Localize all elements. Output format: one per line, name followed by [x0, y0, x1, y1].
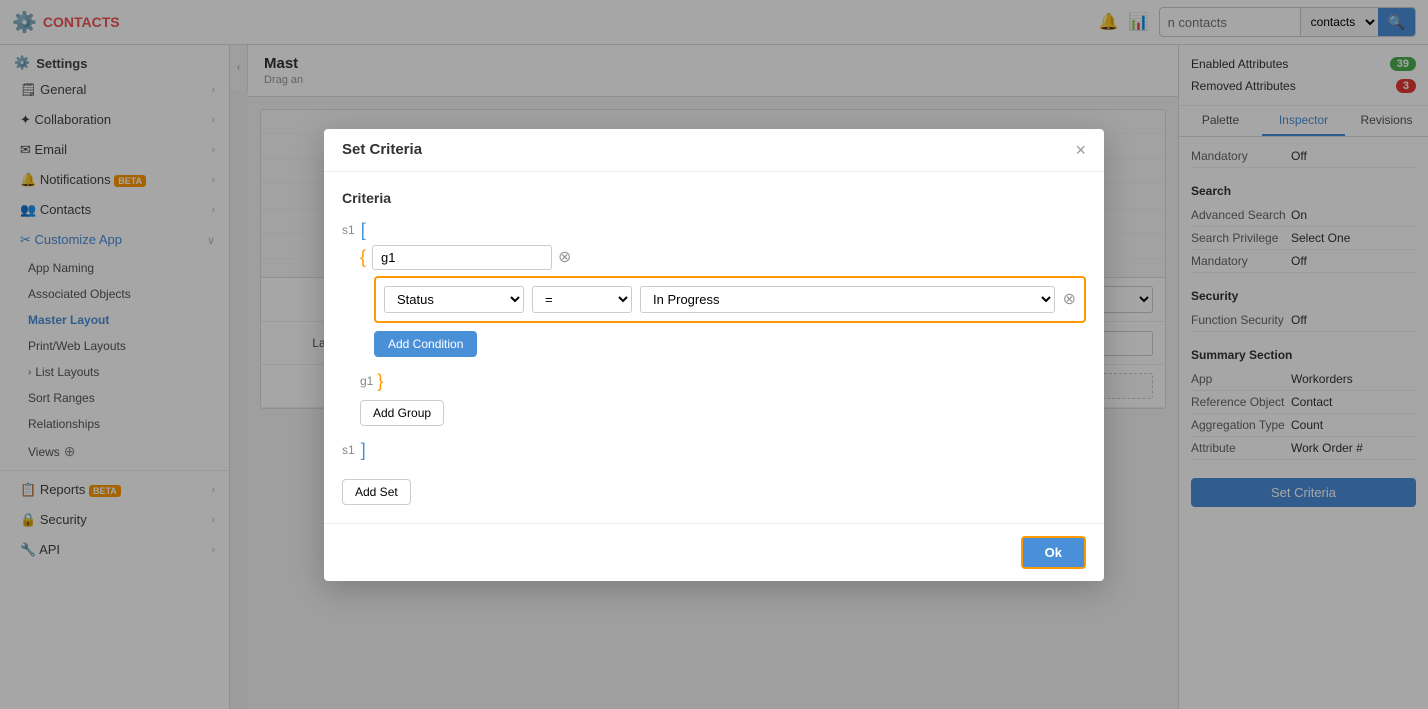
condition-field-select[interactable]: Status: [384, 286, 524, 313]
condition-row: Status = In Progress ⊗: [374, 276, 1086, 323]
group-close-brace: }: [377, 371, 383, 392]
modal-overlay: Set Criteria × Criteria s1 [ { ⊗: [0, 0, 1428, 709]
modal-footer: Ok: [324, 523, 1104, 581]
criteria-heading: Criteria: [342, 190, 1086, 206]
modal-close-button[interactable]: ×: [1075, 141, 1086, 159]
set-close-label: s1: [342, 443, 355, 457]
condition-value-select[interactable]: In Progress: [640, 286, 1055, 313]
modal-title: Set Criteria: [342, 141, 422, 158]
set-open-bracket: [: [361, 220, 366, 241]
group-close-label: g1: [360, 374, 373, 388]
set-criteria-modal: Set Criteria × Criteria s1 [ { ⊗: [324, 129, 1104, 581]
add-set-button[interactable]: Add Set: [342, 479, 411, 505]
group-open-brace: {: [360, 247, 366, 268]
modal-body: Criteria s1 [ { ⊗ Status: [324, 172, 1104, 523]
condition-remove-button[interactable]: ⊗: [1063, 289, 1076, 309]
condition-operator-select[interactable]: =: [532, 286, 632, 313]
ok-button[interactable]: Ok: [1021, 536, 1086, 569]
add-group-button[interactable]: Add Group: [360, 400, 444, 426]
set-close-bracket: ]: [361, 440, 366, 461]
add-condition-button[interactable]: Add Condition: [374, 331, 477, 357]
group-remove-button[interactable]: ⊗: [558, 247, 571, 267]
modal-header: Set Criteria ×: [324, 129, 1104, 172]
set-open-label: s1: [342, 223, 355, 237]
group-name-input[interactable]: [372, 245, 552, 270]
